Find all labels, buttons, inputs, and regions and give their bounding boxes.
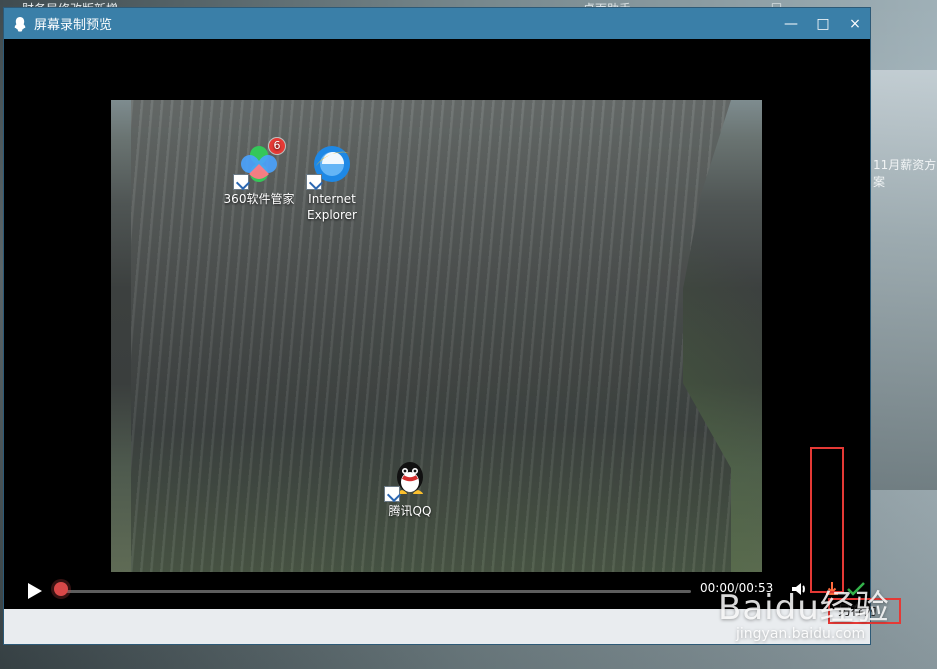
360-software-manager-icon: 6 <box>233 138 285 190</box>
background-right-text: 11月薪资方案 <box>873 158 937 189</box>
screen-recording-preview-window: 屏幕录制预览 — □ × 6 360软件管家 Internet Explorer… <box>4 8 870 644</box>
recorded-video-frame[interactable]: 6 360软件管家 Internet Explorer 腾讯QQ <box>111 100 762 572</box>
maximize-icon: □ <box>816 15 830 32</box>
notification-badge: 6 <box>269 138 285 154</box>
minimize-button[interactable]: — <box>784 15 798 32</box>
window-title: 屏幕录制预览 <box>34 18 113 33</box>
qq-penguin-icon <box>384 452 434 502</box>
progress-track[interactable] <box>66 590 691 593</box>
shortcut-arrow-icon <box>306 174 322 190</box>
qq-penguin-icon <box>12 16 28 32</box>
shortcut-arrow-icon <box>384 486 400 502</box>
close-icon: × <box>849 15 861 32</box>
baidu-watermark-subtext: jingyan.baidu.com <box>736 626 866 642</box>
desktop-icon-label: 腾讯QQ <box>388 504 432 518</box>
internet-explorer-icon <box>306 140 356 190</box>
progress-knob[interactable] <box>54 582 68 596</box>
desktop-icon-qq[interactable]: 腾讯QQ <box>365 452 455 519</box>
desktop-icon-label: Internet Explorer <box>307 192 357 222</box>
play-button[interactable] <box>22 580 44 602</box>
desktop-icon-internet-explorer[interactable]: Internet Explorer <box>287 140 377 223</box>
annotation-highlight-download <box>810 447 844 593</box>
window-titlebar[interactable]: 屏幕录制预览 — □ × <box>4 8 870 39</box>
baidu-watermark: Baidu经验 <box>718 588 890 628</box>
maximize-button[interactable]: □ <box>816 15 830 32</box>
minimize-icon: — <box>784 15 798 32</box>
window-controls: — □ × <box>784 8 862 39</box>
close-button[interactable]: × <box>848 15 862 32</box>
shortcut-arrow-icon <box>233 174 249 190</box>
play-icon <box>28 583 42 599</box>
video-preview-area: 6 360软件管家 Internet Explorer 腾讯QQ 00:00/0… <box>4 39 870 609</box>
